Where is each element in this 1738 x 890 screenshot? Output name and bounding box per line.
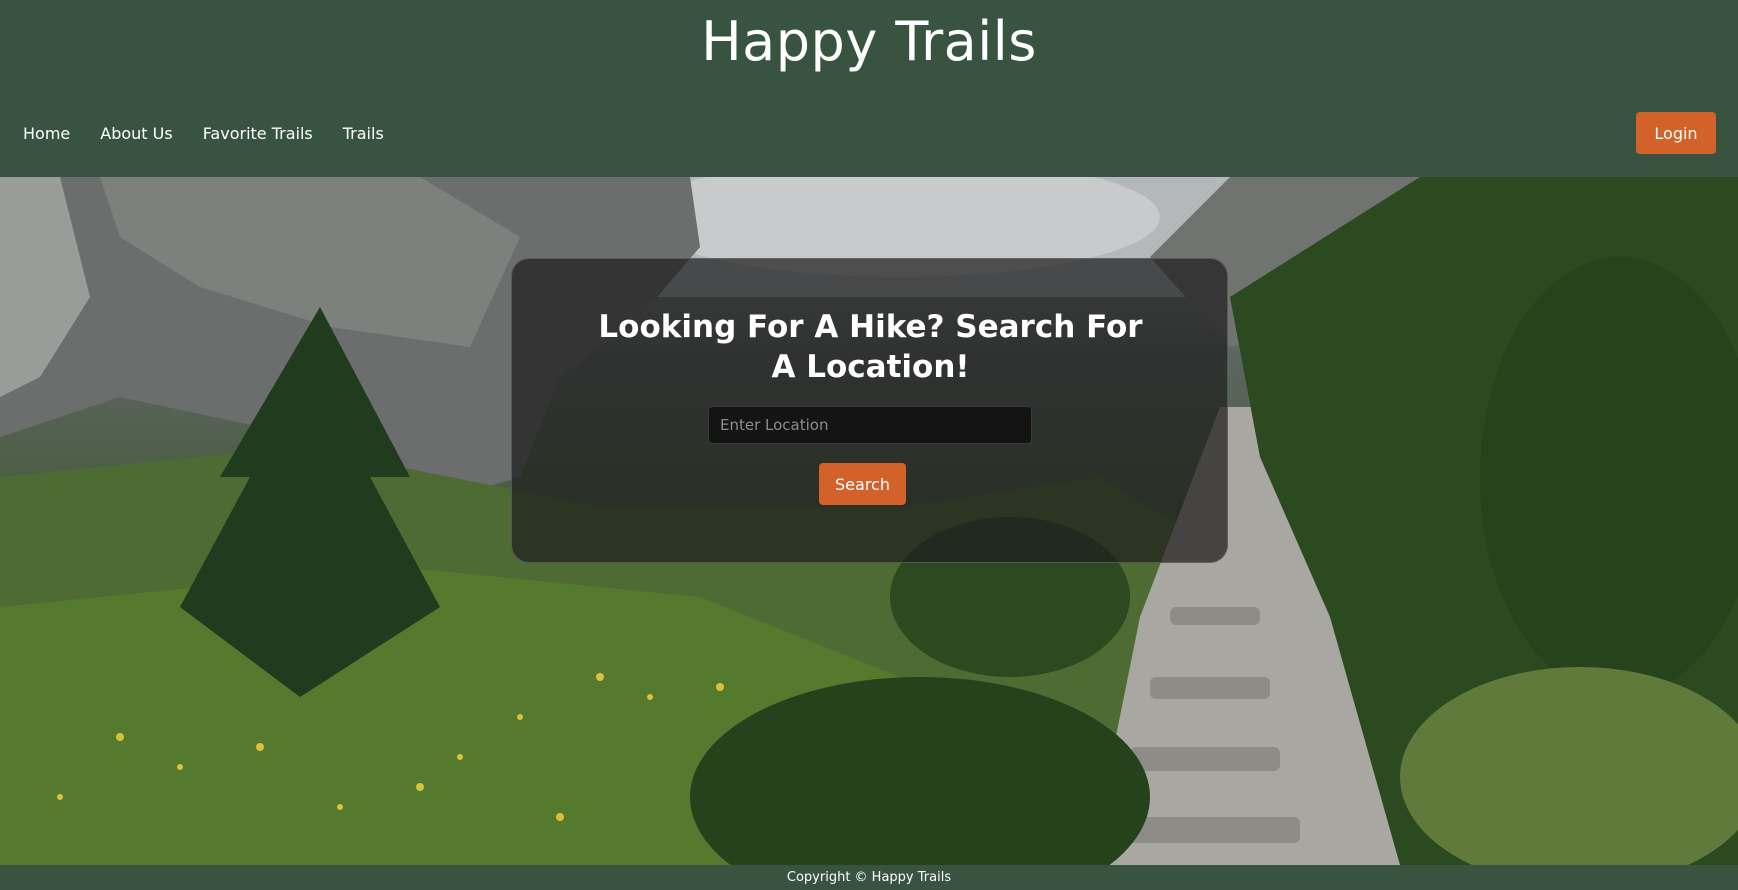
search-card: Looking For A Hike? Search For A Locatio… bbox=[511, 258, 1228, 563]
page: Happy Trails Home About Us Favorite Trai… bbox=[0, 0, 1738, 890]
site-logo-title: Happy Trails bbox=[701, 10, 1037, 73]
nav-favorite-trails[interactable]: Favorite Trails bbox=[203, 124, 313, 143]
location-search-input[interactable] bbox=[708, 406, 1032, 444]
nav-about-us[interactable]: About Us bbox=[100, 124, 172, 143]
search-heading: Looking For A Hike? Search For A Locatio… bbox=[598, 309, 1143, 385]
nav-trails[interactable]: Trails bbox=[343, 124, 384, 143]
site-header: Happy Trails Home About Us Favorite Trai… bbox=[0, 0, 1738, 177]
site-footer: Copyright © Happy Trails bbox=[0, 865, 1738, 890]
copyright-text: Copyright © Happy Trails bbox=[786, 870, 952, 885]
hero-section: Looking For A Hike? Search For A Locatio… bbox=[0, 177, 1738, 865]
nav-home[interactable]: Home bbox=[23, 124, 70, 143]
search-button[interactable]: Search bbox=[819, 463, 906, 505]
main-nav: Home About Us Favorite Trails Trails bbox=[23, 120, 384, 146]
login-button[interactable]: Login bbox=[1636, 112, 1716, 154]
